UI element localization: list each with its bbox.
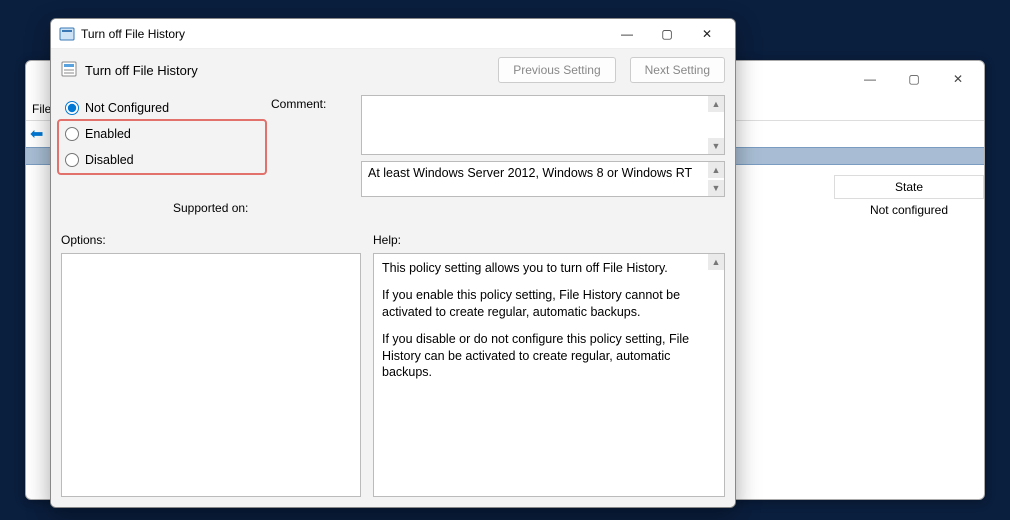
help-p3: If you disable or do not configure this … [382,331,706,382]
dialog-titlebar[interactable]: Turn off File History — ▢ ✕ [51,19,735,49]
dialog-subtitle: Turn off File History [85,63,484,78]
help-box[interactable]: This policy setting allows you to turn o… [373,253,725,497]
radio-enabled[interactable]: Enabled [63,121,271,147]
parent-minimize-button[interactable]: — [848,64,892,94]
dialog-minimize-button[interactable]: — [607,21,647,47]
next-setting-button[interactable]: Next Setting [630,57,725,83]
scroll-up-icon[interactable]: ▲ [708,96,724,112]
help-label: Help: [373,233,725,247]
dialog-body: Turn off File History Previous Setting N… [51,49,735,507]
help-p2: If you enable this policy setting, File … [382,287,706,321]
dialog-title: Turn off File History [81,27,607,41]
radio-not-configured[interactable]: Not Configured [63,95,271,121]
state-column-header[interactable]: State [834,175,984,199]
state-column: State Not configured [834,175,984,221]
radio-disabled-label: Disabled [85,153,134,167]
scroll-down-icon[interactable]: ▼ [708,138,724,154]
radio-not-configured-input[interactable] [65,101,79,115]
radio-disabled[interactable]: Disabled [63,147,271,173]
policy-icon [59,26,75,42]
supported-on-box: At least Windows Server 2012, Windows 8 … [361,161,725,197]
options-box[interactable] [61,253,361,497]
radio-enabled-input[interactable] [65,127,79,141]
state-column-value: Not configured [834,199,984,221]
supported-on-label: Supported on: [173,201,271,215]
state-radio-group: Not Configured Enabled Disabled Supporte… [61,95,271,215]
policy-subicon [61,61,77,80]
dialog-close-button[interactable]: ✕ [687,21,727,47]
comment-textarea[interactable]: ▲ ▼ [361,95,725,155]
help-panel: Help: This policy setting allows you to … [373,233,725,497]
scroll-down-icon[interactable]: ▼ [708,180,724,196]
radio-disabled-input[interactable] [65,153,79,167]
dialog-maximize-button[interactable]: ▢ [647,21,687,47]
policy-dialog: Turn off File History — ▢ ✕ Turn off Fil… [50,18,736,508]
options-panel: Options: [61,233,361,497]
back-arrow-icon[interactable]: ⬅ [30,124,43,144]
parent-close-button[interactable]: ✕ [936,64,980,94]
scroll-up-icon[interactable]: ▲ [708,162,724,178]
supported-on-text: At least Windows Server 2012, Windows 8 … [368,166,692,180]
help-p1: This policy setting allows you to turn o… [382,260,706,277]
comment-label: Comment: [271,97,361,179]
previous-setting-button[interactable]: Previous Setting [498,57,615,83]
options-label: Options: [61,233,361,247]
parent-maximize-button[interactable]: ▢ [892,64,936,94]
menu-file[interactable]: File [32,102,51,116]
radio-enabled-label: Enabled [85,127,131,141]
radio-not-configured-label: Not Configured [85,101,169,115]
scroll-up-icon[interactable]: ▲ [708,254,724,270]
